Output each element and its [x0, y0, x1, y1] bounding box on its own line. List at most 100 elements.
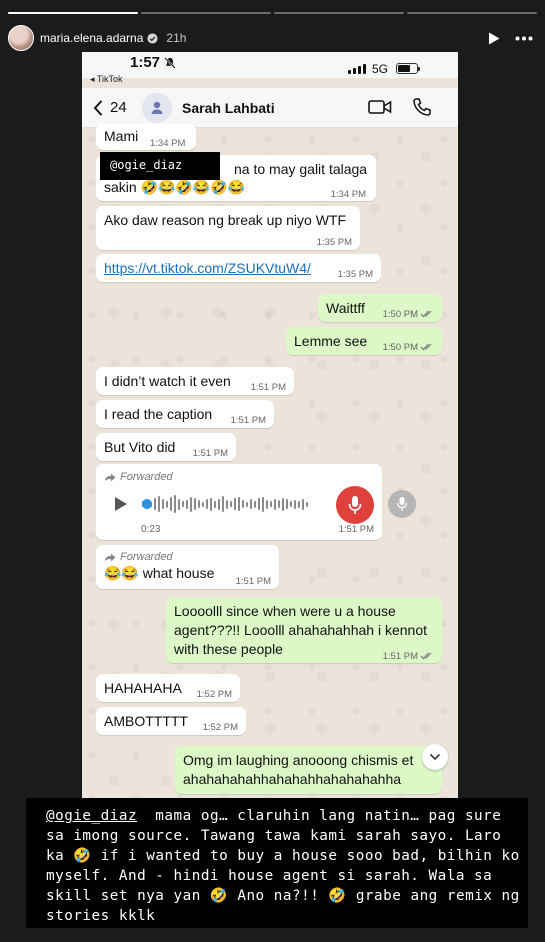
message-text: AMBOTTTTT: [104, 713, 188, 729]
waveform-bar: [302, 498, 304, 510]
waveform-bar: [166, 500, 168, 508]
waveform-bar: [254, 500, 256, 508]
message-bubble[interactable]: https://vt.tiktok.com/ZSUKVtuW4/ 1:35 PM: [96, 254, 381, 282]
waveform-bar: [158, 496, 160, 512]
caption-mention[interactable]: @ogie_diaz: [46, 808, 137, 824]
message-bubble[interactable]: Mami 1:34 PM: [96, 124, 196, 150]
forward-icon: [105, 553, 116, 561]
message-bubble[interactable]: Lemme see 1:50 PM: [286, 327, 442, 355]
story-time: 21h: [166, 31, 187, 45]
message-text: Lemme see: [294, 333, 368, 349]
waveform-bar: [186, 499, 188, 509]
waveform-bar: [282, 497, 284, 511]
story-caption: @ogie_diaz mama og… claruhin lang natin……: [26, 798, 528, 928]
message-time: 1:51 PM: [338, 524, 374, 535]
message-text: But Vito did: [104, 439, 176, 455]
signal-icon: [348, 64, 366, 74]
message-time: 1:52 PM: [202, 722, 238, 733]
message-bubble[interactable]: I didn’t watch it even 1:51 PM: [96, 367, 294, 395]
waveform-bar: [226, 499, 228, 509]
scroll-to-bottom-button[interactable]: [422, 744, 448, 770]
person-icon: [151, 101, 163, 114]
more-options-icon[interactable]: [515, 36, 533, 41]
forwarded-label: Forwarded: [104, 470, 173, 484]
message-bubble[interactable]: Omg im laughing anooong chismis et ahaha…: [175, 746, 442, 794]
message-time: 1:51 PM: [250, 382, 286, 393]
waveform-bar: [242, 500, 244, 508]
message-bubble[interactable]: AMBOTTTTT 1:52 PM: [96, 707, 246, 735]
verified-icon: [147, 32, 158, 44]
waveform-bar: [218, 498, 220, 510]
message-text: Mami: [104, 128, 139, 144]
waveform-bar: [222, 496, 224, 512]
phone-call-icon[interactable]: [412, 97, 432, 117]
message-text: ahahahahahhahahahhahahahahha: [183, 771, 402, 787]
message-time: 1:34 PM: [150, 138, 186, 149]
avatar[interactable]: [8, 25, 34, 51]
waveform-bar: [294, 499, 296, 509]
microphone-icon: [396, 497, 408, 511]
chevron-down-icon: [429, 753, 441, 761]
waveform-bar: [262, 496, 264, 512]
message-link[interactable]: https://vt.tiktok.com/ZSUKVtuW4/: [104, 260, 311, 276]
waveform-bar: [278, 500, 280, 508]
message-time: 1:51 PM: [192, 448, 228, 459]
audio-scrubber[interactable]: [142, 499, 152, 509]
message-bubble[interactable]: But Vito did 1:51 PM: [96, 433, 236, 461]
microphone-icon: [348, 496, 362, 514]
forward-icon: [105, 473, 116, 481]
message-text: HAHAHAHA: [104, 680, 182, 696]
message-bubble[interactable]: Waittff 1:50 PM: [318, 294, 442, 322]
mention-overlay: @ogie_diaz: [100, 152, 220, 180]
play-icon[interactable]: [114, 496, 128, 512]
back-to-app-link[interactable]: ◂ TikTok: [90, 74, 123, 85]
status-time: 1:57: [130, 54, 161, 71]
message-text: Omg im laughing anooong chismis et: [183, 752, 414, 768]
message-bubble[interactable]: HAHAHAHA 1:52 PM: [96, 674, 240, 702]
video-call-icon[interactable]: [368, 99, 392, 115]
status-bar: 1:57 5G ◂ TikTok: [82, 52, 458, 84]
waveform-bar: [194, 498, 196, 510]
message-bubble[interactable]: I read the caption 1:51 PM: [96, 400, 274, 428]
message-time: 1:51 PM: [383, 647, 434, 666]
audio-waveform[interactable]: [142, 494, 308, 514]
forwarded-label: Forwarded: [104, 550, 271, 564]
waveform-bar: [190, 496, 192, 512]
waveform-bar: [290, 501, 292, 507]
waveform-bar: [230, 501, 232, 507]
contact-name[interactable]: Sarah Lahbati: [182, 100, 275, 116]
message-text: sakin 🤣😂🤣😂🤣😂: [104, 179, 246, 195]
waveform-bar: [210, 497, 212, 511]
story-progress-segment: [274, 12, 404, 14]
waveform-bar: [270, 501, 272, 507]
message-text: Loooolll since when were u a house: [174, 603, 396, 619]
waveform-bar: [202, 501, 204, 507]
back-chevron-icon[interactable]: [92, 99, 104, 117]
record-voice-button[interactable]: [336, 486, 374, 524]
message-time: 1:52 PM: [196, 689, 232, 700]
story-username[interactable]: maria.elena.adarna: [40, 31, 143, 45]
unread-count[interactable]: 24: [110, 99, 127, 116]
waveform-bar: [250, 499, 252, 509]
contact-avatar[interactable]: [142, 93, 172, 123]
read-receipt-icon: [420, 311, 432, 318]
message-bubble[interactable]: Forwarded 😂😂 what house 1:51 PM: [96, 545, 279, 589]
battery-icon: [396, 63, 420, 74]
waveform-bar: [234, 498, 236, 510]
waveform-bar: [238, 497, 240, 511]
play-icon[interactable]: [487, 31, 501, 46]
waveform-bar: [306, 501, 308, 507]
message-text: I didn’t watch it even: [104, 373, 231, 389]
waveform-bar: [246, 501, 248, 507]
message-bubble[interactable]: Ako daw reason ng break up niyo WTF 1:35…: [96, 206, 360, 250]
waveform-bar: [298, 500, 300, 508]
microphone-button[interactable]: [388, 490, 416, 518]
message-text: I read the caption: [104, 406, 213, 422]
message-time: 1:50 PM: [383, 306, 434, 324]
read-receipt-icon: [420, 653, 432, 660]
waveform-bar: [182, 501, 184, 507]
waveform-bar: [286, 499, 288, 509]
waveform-bar: [258, 498, 260, 510]
waveform-bar: [274, 498, 276, 510]
message-bubble[interactable]: Loooolll since when were u a house agent…: [166, 597, 442, 663]
